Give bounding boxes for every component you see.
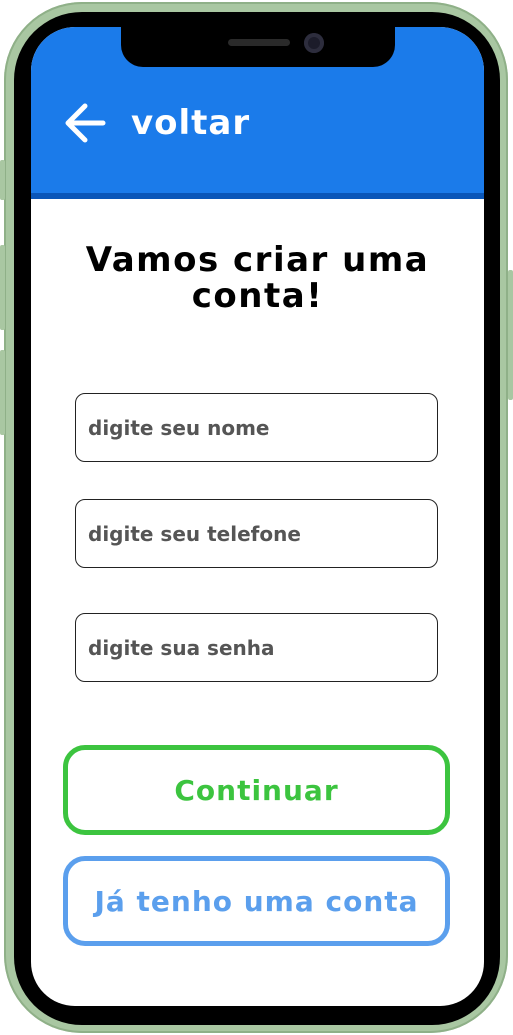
front-camera — [304, 33, 324, 53]
app-screen: voltar Vamos criar uma conta! Continuar … — [31, 27, 484, 1006]
page-title: Vamos criar uma conta! — [31, 242, 484, 314]
phone-input[interactable] — [75, 499, 438, 568]
have-account-button[interactable]: Já tenho uma conta — [63, 856, 450, 946]
back-button[interactable]: voltar — [63, 95, 250, 151]
back-label: voltar — [131, 103, 251, 143]
side-button — [0, 350, 5, 435]
password-input[interactable] — [75, 613, 438, 682]
page-title-line: Vamos criar uma — [85, 240, 430, 280]
side-button — [508, 270, 513, 400]
speaker-grille — [228, 39, 290, 46]
page-title-line: conta! — [191, 276, 324, 316]
have-account-button-label: Já tenho uma conta — [94, 884, 419, 918]
side-button — [0, 160, 5, 200]
name-input[interactable] — [75, 393, 438, 462]
continue-button[interactable]: Continuar — [63, 745, 450, 835]
side-button — [0, 245, 5, 330]
arrow-left-icon — [63, 101, 107, 145]
continue-button-label: Continuar — [174, 773, 339, 807]
device-notch — [121, 27, 395, 67]
